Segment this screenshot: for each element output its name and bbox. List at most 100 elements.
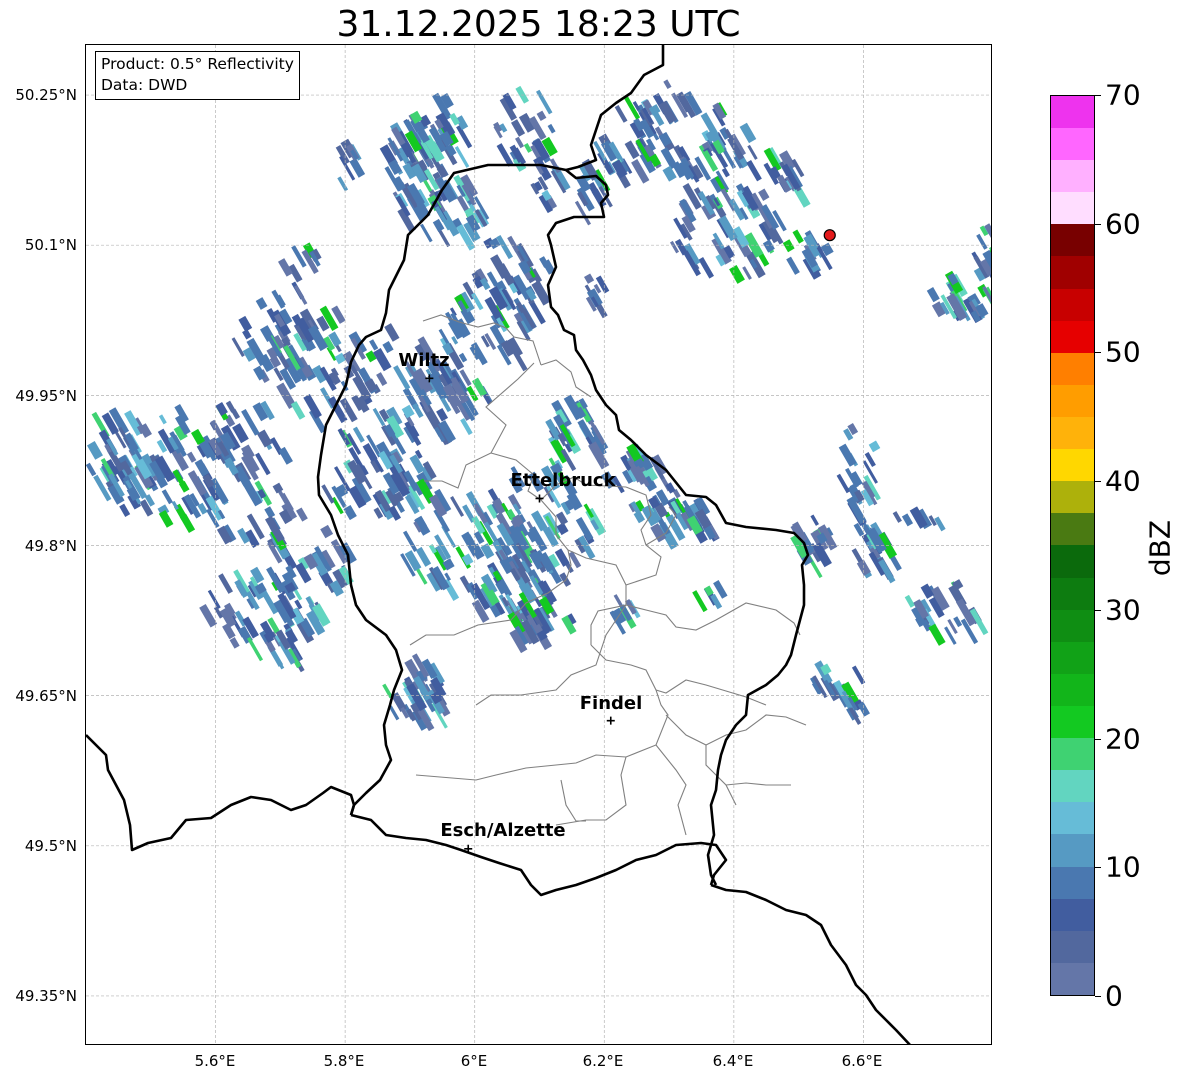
echo-cell: [238, 315, 253, 332]
echo-cell: [161, 489, 173, 505]
echo-cell: [337, 176, 349, 192]
reflectivity-echoes: [86, 79, 991, 732]
echo-cell: [868, 440, 881, 453]
canton-border: [560, 779, 586, 822]
lon-label: 6.2°E: [582, 1052, 624, 1070]
echo-cell: [247, 636, 264, 662]
colorbar-swatch: [1051, 128, 1094, 161]
colorbar-tick: [1095, 609, 1101, 611]
echo-cell: [294, 599, 303, 610]
colorbar-tick: [1095, 95, 1101, 96]
lat-label: 49.5°N: [24, 837, 77, 855]
echo-cell: [614, 105, 628, 123]
border-germany-france: [710, 883, 911, 1044]
echo-cell: [976, 233, 988, 250]
echo-cell: [838, 443, 857, 467]
canton-border: [725, 782, 791, 786]
canton-border: [655, 744, 687, 836]
colorbar-swatch: [1051, 898, 1094, 931]
colorbar-tick-label: 0: [1105, 979, 1123, 1013]
colorbar-tick-label: 50: [1105, 335, 1141, 369]
colorbar-tick-label: 60: [1105, 207, 1141, 241]
colorbar-swatch: [1051, 930, 1094, 963]
echo-cell: [87, 441, 103, 460]
echo-cell: [264, 506, 276, 519]
echo-cell: [278, 446, 293, 465]
echo-cell: [782, 239, 795, 253]
echo-cell: [254, 452, 271, 476]
echo-cell: [536, 110, 547, 122]
colorbar-swatch: [1051, 770, 1094, 803]
data-source-label: Data: DWD: [101, 76, 188, 94]
colorbar-tick: [1095, 738, 1101, 740]
echo-cell: [158, 509, 174, 528]
echo-cell: [786, 256, 800, 275]
echo-cell: [369, 339, 379, 351]
echo-cell: [584, 273, 595, 284]
colorbar-swatch: [1051, 738, 1094, 771]
echo-cell: [663, 79, 672, 90]
echo-cell: [450, 496, 465, 517]
echo-cell: [294, 285, 308, 305]
echo-cell: [409, 454, 425, 474]
colorbar-tick: [1095, 481, 1101, 483]
echo-cell: [320, 524, 334, 539]
canton-border: [475, 604, 627, 706]
colorbar-swatch: [1051, 320, 1094, 353]
radar-map[interactable]: [85, 44, 992, 1045]
colorbar-swatch: [1051, 256, 1094, 289]
echo-cell: [343, 505, 357, 521]
colorbar-swatch: [1051, 962, 1094, 995]
canton-border: [555, 756, 627, 826]
echo-cell: [926, 287, 940, 303]
lon-label: 6.4°E: [712, 1052, 754, 1070]
colorbar-swatch: [1051, 866, 1094, 899]
echo-cell: [747, 144, 758, 160]
colorbar-swatch: [1051, 95, 1094, 129]
lat-label: 49.65°N: [15, 687, 77, 705]
dbz-colorbar: [1050, 95, 1095, 996]
colorbar-swatch: [1051, 288, 1094, 321]
echo-cell: [758, 188, 770, 201]
echo-cell: [229, 637, 240, 649]
colorbar-tick: [1095, 996, 1101, 997]
echo-cell: [225, 400, 236, 413]
echo-cell: [792, 229, 804, 244]
echo-cell: [454, 146, 470, 168]
colorbar-title: dBZ: [1143, 519, 1177, 577]
canton-border: [705, 714, 807, 746]
colorbar-swatch: [1051, 513, 1094, 546]
echo-cell: [901, 513, 914, 527]
border-belgium-france: [86, 734, 356, 852]
echo-cell: [928, 623, 946, 646]
colorbar-tick: [1095, 223, 1101, 225]
echo-cell: [382, 341, 394, 354]
echo-cell: [420, 223, 433, 243]
echo-cell: [739, 122, 757, 144]
colorbar-swatch: [1051, 224, 1094, 257]
colorbar-swatch: [1051, 545, 1094, 578]
echo-cell: [199, 603, 218, 628]
echo-cell: [255, 297, 268, 310]
lat-label: 49.95°N: [15, 387, 77, 405]
echo-cell: [698, 257, 714, 279]
lat-label: 50.25°N: [15, 86, 77, 104]
colorbar-swatch: [1051, 577, 1094, 610]
colorbar-swatch: [1051, 834, 1094, 867]
lon-label: 5.8°E: [323, 1052, 365, 1070]
colorbar-swatch: [1051, 160, 1094, 193]
map-title: 31.12.2025 18:23 UTC: [336, 4, 741, 45]
colorbar-tick-label: 30: [1105, 593, 1141, 627]
lon-label: 6°E: [460, 1052, 488, 1070]
radar-site-marker: [823, 229, 836, 242]
canton-border: [665, 714, 737, 806]
colorbar-swatch: [1051, 641, 1094, 674]
radar-map-canvas: [86, 45, 991, 1044]
echo-cell: [86, 462, 97, 477]
echo-cell: [186, 451, 197, 463]
colorbar-tick: [1095, 867, 1101, 869]
canton-border: [655, 679, 767, 706]
city-marker: [606, 716, 615, 725]
colorbar-swatch: [1051, 192, 1094, 225]
colorbar-tick: [1095, 352, 1101, 354]
